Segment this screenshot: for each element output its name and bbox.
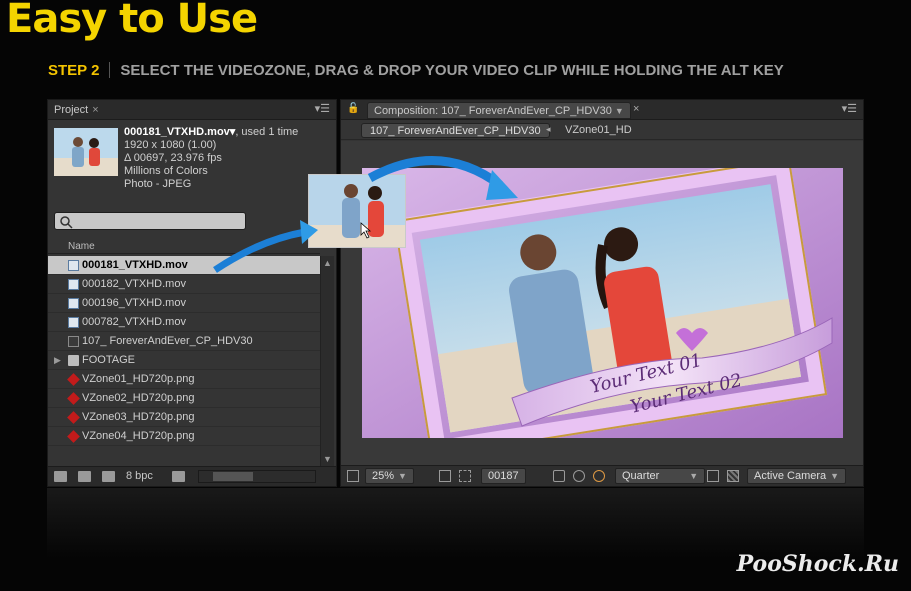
project-bottom-bar: 8 bpc bbox=[48, 466, 336, 486]
watermark: PooShock.Ru bbox=[736, 551, 899, 577]
item-label: VZone02_HD720p.png bbox=[82, 392, 195, 404]
list-item[interactable]: ▶ FOOTAGE bbox=[48, 351, 320, 370]
bit-depth-button[interactable]: 8 bpc bbox=[126, 470, 153, 482]
arrow-left-icon: ◂ bbox=[546, 124, 551, 134]
subtab-vzone[interactable]: VZone01_HD bbox=[565, 123, 632, 138]
composition-icon bbox=[68, 336, 79, 347]
movie-file-icon bbox=[68, 260, 79, 271]
tab-composition-label: Composition: 107_ ForeverAndEver_CP_HDV3… bbox=[374, 105, 612, 117]
list-item[interactable]: VZone02_HD720p.png bbox=[48, 389, 320, 408]
resolution-value: Quarter bbox=[622, 470, 660, 482]
mask-toggle-icon[interactable] bbox=[459, 470, 471, 482]
resolution-dropdown[interactable]: Quarter ▼ bbox=[615, 468, 706, 484]
image-file-icon bbox=[67, 392, 80, 405]
tab-project-label: Project bbox=[54, 104, 89, 116]
transparency-grid-icon[interactable] bbox=[727, 470, 739, 482]
scroll-thumb[interactable] bbox=[213, 472, 253, 481]
image-file-icon bbox=[67, 373, 80, 386]
region-of-interest-icon[interactable] bbox=[707, 470, 719, 482]
viewer-toolbar: 25% ▼ 00187 Quarter ▼ Active Camera ▼ bbox=[341, 465, 863, 486]
composition-breadcrumb: 107_ ForeverAndEver_CP_HDV30 ◂ VZone01_H… bbox=[341, 120, 863, 140]
folder-icon bbox=[68, 355, 79, 366]
image-file-icon bbox=[67, 430, 80, 443]
lock-icon[interactable]: 🔓 bbox=[347, 103, 359, 114]
new-composition-icon[interactable] bbox=[102, 471, 115, 482]
trash-icon[interactable] bbox=[172, 471, 185, 482]
scroll-down-icon[interactable]: ▼ bbox=[323, 454, 332, 464]
list-item[interactable]: 000782_VTXHD.mov bbox=[48, 313, 320, 332]
snapshot-region-icon[interactable] bbox=[347, 470, 359, 482]
item-label: 000182_VTXHD.mov bbox=[82, 278, 186, 290]
image-file-icon bbox=[67, 411, 80, 424]
chevron-down-icon[interactable]: ▼ bbox=[615, 106, 624, 116]
current-frame-field[interactable]: 00187 bbox=[481, 468, 526, 484]
step-instruction: STEP 2 SELECT THE VIDEOZONE, DRAG & DROP … bbox=[48, 62, 784, 79]
subtab-main-comp[interactable]: 107_ ForeverAndEver_CP_HDV30 bbox=[361, 123, 550, 138]
twirl-arrow-icon[interactable]: ▶ bbox=[54, 351, 61, 370]
item-label: 000782_VTXHD.mov bbox=[82, 316, 186, 328]
list-item[interactable]: VZone04_HD720p.png bbox=[48, 427, 320, 446]
item-label: FOOTAGE bbox=[82, 354, 135, 366]
movie-file-icon bbox=[68, 317, 79, 328]
close-icon[interactable]: × bbox=[633, 103, 639, 115]
item-label: VZone03_HD720p.png bbox=[82, 411, 195, 423]
tab-project[interactable]: Project × bbox=[48, 102, 105, 119]
item-label: 000196_VTXHD.mov bbox=[82, 297, 186, 309]
movie-file-icon bbox=[68, 279, 79, 290]
safe-zones-icon[interactable] bbox=[439, 470, 451, 482]
search-icon bbox=[60, 216, 73, 229]
item-label: 107_ ForeverAndEver_CP_HDV30 bbox=[82, 335, 253, 347]
close-icon[interactable]: × bbox=[92, 104, 98, 116]
chevron-down-icon: ▼ bbox=[689, 471, 699, 481]
step-text: SELECT THE VIDEOZONE, DRAG & DROP YOUR V… bbox=[120, 62, 784, 79]
list-item[interactable]: VZone03_HD720p.png bbox=[48, 408, 320, 427]
step-divider bbox=[109, 62, 111, 78]
camera-value: Active Camera bbox=[754, 470, 827, 482]
zoom-value: 25% bbox=[372, 470, 395, 482]
chevron-down-icon: ▼ bbox=[830, 471, 840, 481]
composition-tabbar: 🔓 Composition: 107_ ForeverAndEver_CP_HD… bbox=[341, 100, 863, 120]
zoom-dropdown[interactable]: 25% ▼ bbox=[365, 468, 414, 484]
list-item[interactable]: 107_ ForeverAndEver_CP_HDV30 bbox=[48, 332, 320, 351]
item-label: 000181_VTXHD.mov bbox=[82, 259, 188, 271]
panel-reflection bbox=[47, 488, 864, 558]
new-folder-icon[interactable] bbox=[78, 471, 91, 482]
panel-menu-icon[interactable]: ▾☰ bbox=[315, 102, 330, 115]
camera-dropdown[interactable]: Active Camera ▼ bbox=[747, 468, 847, 484]
footage-file-name[interactable]: 000181_VTXHD.mov▾ bbox=[124, 126, 235, 138]
footage-thumbnail bbox=[54, 128, 118, 176]
list-item[interactable]: VZone01_HD720p.png bbox=[48, 370, 320, 389]
project-tabbar: Project × ▾☰ bbox=[48, 100, 336, 120]
page-heading: Easy to Use bbox=[6, 0, 258, 42]
step-label: STEP 2 bbox=[48, 62, 100, 79]
movie-file-icon bbox=[68, 298, 79, 309]
arrow-right-icon bbox=[300, 220, 318, 244]
tab-composition[interactable]: Composition: 107_ ForeverAndEver_CP_HDV3… bbox=[367, 102, 631, 119]
camera-icon[interactable] bbox=[553, 470, 565, 482]
interpret-footage-icon[interactable] bbox=[54, 471, 67, 482]
color-channels-icon[interactable] bbox=[593, 470, 605, 482]
chevron-down-icon: ▼ bbox=[398, 471, 407, 481]
panel-menu-icon[interactable]: ▾☰ bbox=[842, 102, 857, 115]
show-snapshot-icon[interactable] bbox=[573, 470, 585, 482]
drag-arrows bbox=[213, 156, 518, 273]
item-label: VZone01_HD720p.png bbox=[82, 373, 195, 385]
footage-usage: , used 1 time bbox=[235, 126, 299, 138]
horizontal-scrollbar[interactable] bbox=[198, 470, 316, 483]
item-label: VZone04_HD720p.png bbox=[82, 430, 195, 442]
